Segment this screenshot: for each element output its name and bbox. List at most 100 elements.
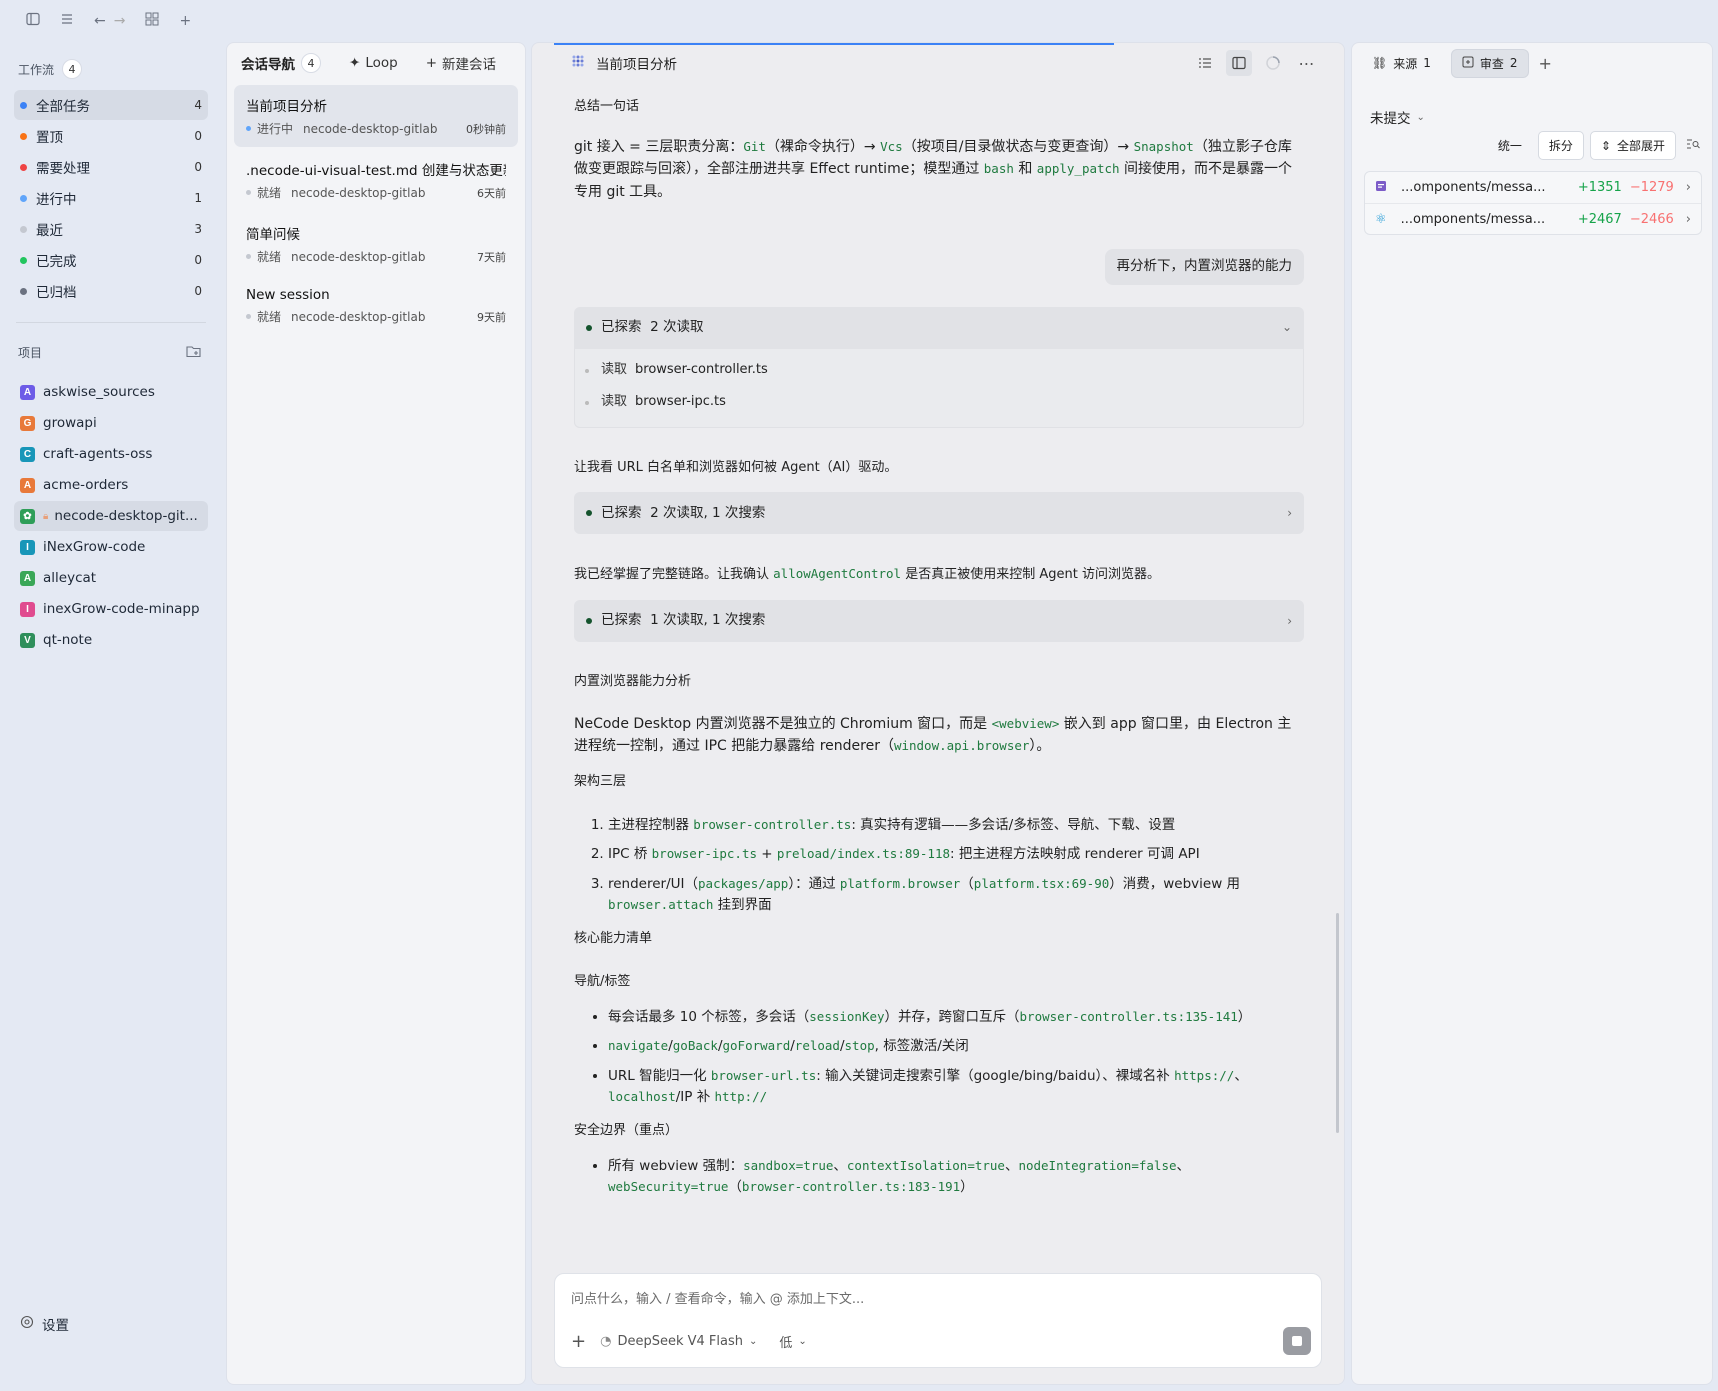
- session-repo: necode-desktop-gitlab: [291, 185, 426, 200]
- uncommitted-selector[interactable]: 未提交 ⌄: [1370, 107, 1712, 127]
- unified-toggle[interactable]: 统一: [1488, 132, 1532, 159]
- code-span: sessionKey: [809, 1008, 885, 1024]
- project-item[interactable]: Aacme-orders: [14, 470, 208, 500]
- changed-file-row[interactable]: ⚛ ...omponents/messa... +2467 −2466 ›: [1365, 203, 1701, 234]
- menu-icon[interactable]: [60, 12, 74, 30]
- code-span: browser-controller.ts: [693, 816, 852, 832]
- expand-all-button[interactable]: ⇕ 全部展开: [1589, 131, 1676, 160]
- project-item[interactable]: ✿ 🔒︎ necode-desktop-git...: [14, 501, 208, 531]
- stop-button[interactable]: [1283, 1327, 1311, 1355]
- project-letter-badge: A: [20, 477, 35, 493]
- arch-item: 主进程控制器 browser-controller.ts: 真实持有逻辑——多会…: [608, 815, 1304, 837]
- workflow-item-label: 最近: [36, 223, 63, 239]
- explore-header[interactable]: 已探索 1 次读取, 1 次搜索 ›: [574, 600, 1304, 642]
- loop-button[interactable]: ✦ Loop: [349, 55, 398, 71]
- workflow-item[interactable]: 已完成 0: [14, 245, 208, 275]
- session-repo: necode-desktop-gitlab: [291, 309, 426, 324]
- intro-paragraph: NeCode Desktop 内置浏览器不是独立的 Chromium 窗口，而是…: [574, 713, 1304, 758]
- list-view-icon[interactable]: [1192, 50, 1218, 76]
- chevron-down-icon: ⌄: [798, 1335, 807, 1347]
- more-options-icon[interactable]: ⋯: [1294, 50, 1320, 76]
- session-item[interactable]: .necode-ui-visual-test.md 创建与状态更新 就绪 nec…: [234, 149, 518, 211]
- chevron-down-icon: ⌄: [1416, 111, 1425, 123]
- explore-block-1: 已探索 2 次读取 ⌄ 读取 browser-controller.ts 读取 br…: [574, 306, 1304, 428]
- link-icon: ⛓: [1372, 56, 1388, 70]
- project-item[interactable]: IinexGrow-code-minapp: [14, 594, 208, 624]
- workflow-item-count: 3: [194, 222, 202, 236]
- project-item[interactable]: Ggrowapi: [14, 408, 208, 438]
- project-item[interactable]: Aaskwise_sources: [14, 377, 208, 407]
- status-dot: [246, 190, 251, 195]
- effort-selector[interactable]: 低 ⌄: [779, 1332, 806, 1351]
- new-session-button[interactable]: + 新建会话: [426, 53, 496, 73]
- chat-header: 当前项目分析 ⋯: [532, 43, 1344, 83]
- plus-icon[interactable]: +: [179, 13, 191, 29]
- core-heading: 核心能力清单: [574, 930, 653, 946]
- search-list-icon[interactable]: [1686, 138, 1700, 154]
- workflow-item[interactable]: 全部任务 4: [14, 90, 208, 120]
- expand-icon: ⇕: [1600, 138, 1611, 153]
- session-meta: 进行中 necode-desktop-gitlab 0秒钟前: [246, 120, 506, 137]
- workflow-item[interactable]: 最近 3: [14, 214, 208, 244]
- forward-arrow-icon[interactable]: →: [114, 13, 126, 29]
- project-item[interactable]: Aalleycat: [14, 563, 208, 593]
- grid-icon[interactable]: [145, 12, 159, 30]
- explore-header[interactable]: 已探索 2 次读取 ⌄: [574, 307, 1304, 349]
- settings-button[interactable]: 设置: [20, 1314, 69, 1334]
- new-folder-icon[interactable]: [186, 344, 202, 361]
- project-label: inexGrow-code-minapp: [43, 601, 200, 617]
- file-icon: [1375, 180, 1387, 196]
- session-name: 简单问候: [246, 227, 300, 243]
- scrollbar-thumb[interactable]: [1336, 913, 1339, 1133]
- project-avatar-icon: ✿: [20, 508, 35, 524]
- nav-item: 每会话最多 10 个标签，多会话（sessionKey）并存，跨窗口互斥（bro…: [608, 1007, 1304, 1029]
- workflow-item-label: 需要处理: [36, 161, 90, 177]
- workflow-item-label: 进行中: [36, 192, 77, 208]
- changed-file-row[interactable]: ...omponents/messa... +1351 −1279 ›: [1365, 172, 1701, 203]
- tab-source[interactable]: ⛓ 来源 1: [1362, 50, 1441, 77]
- lock-icon: 🔒︎: [43, 510, 49, 522]
- text-segment: ）消费，webview 用: [1109, 875, 1241, 892]
- composer-input[interactable]: 问点什么，输入 / 查看命令，输入 @ 添加上下文...: [571, 1288, 864, 1307]
- nav-arrows: ← →: [94, 13, 125, 29]
- project-item[interactable]: IiNexGrow-code: [14, 532, 208, 562]
- session-item[interactable]: New session 就绪 necode-desktop-gitlab 9天前: [234, 277, 518, 335]
- project-item[interactable]: Ccraft-agents-oss: [14, 439, 208, 469]
- code-span: browser-controller.ts:183-191: [741, 1179, 961, 1195]
- project-item[interactable]: Vqt-note: [14, 625, 208, 655]
- sidebar-toggle-icon[interactable]: [26, 12, 40, 30]
- workflow-item[interactable]: 置顶 0: [14, 121, 208, 151]
- stop-icon: [1292, 1336, 1302, 1346]
- attach-plus-icon[interactable]: +: [571, 1331, 586, 1352]
- session-status: 进行中: [257, 122, 294, 136]
- panel-toggle-icon[interactable]: [1226, 50, 1252, 76]
- read-file[interactable]: browser-controller.ts: [635, 360, 768, 381]
- split-toggle[interactable]: 拆分: [1537, 131, 1584, 160]
- bullet-dot: [585, 368, 589, 373]
- project-letter-badge: A: [20, 570, 35, 586]
- deletions-count: −1279: [1629, 180, 1674, 195]
- add-tab-icon[interactable]: +: [1539, 54, 1552, 73]
- text-segment: ）。: [1029, 738, 1051, 755]
- explore-label: 已探索: [601, 318, 642, 335]
- session-status: 就绪: [257, 250, 282, 264]
- back-arrow-icon[interactable]: ←: [94, 13, 106, 29]
- session-item[interactable]: 简单问候 就绪 necode-desktop-gitlab 7天前: [234, 213, 518, 275]
- file-name: ...omponents/messa...: [1401, 180, 1546, 195]
- session-item[interactable]: 当前项目分析 进行中 necode-desktop-gitlab 0秒钟前: [234, 85, 518, 147]
- model-selector[interactable]: ◔ DeepSeek V4 Flash ⌄: [600, 1334, 757, 1349]
- session-nav-title: 会话导航: [241, 57, 295, 73]
- tab-review[interactable]: 审查 2: [1450, 48, 1529, 78]
- explore-header[interactable]: 已探索 2 次读取, 1 次搜索 ›: [574, 492, 1304, 534]
- text-segment: ）：通过: [788, 875, 840, 892]
- workflow-item[interactable]: 需要处理 0: [14, 152, 208, 182]
- workflow-item[interactable]: 进行中 1: [14, 183, 208, 213]
- workflow-item[interactable]: 已归档 0: [14, 276, 208, 306]
- code-span: reload: [794, 1038, 840, 1054]
- session-meta: 就绪 necode-desktop-gitlab 6天前: [246, 184, 506, 201]
- status-dot: [586, 324, 592, 331]
- project-label: askwise_sources: [43, 384, 155, 400]
- read-file[interactable]: browser-ipc.ts: [635, 392, 726, 413]
- git-summary-text: git 接入 = 三层职责分离：Git（裸命令执行）→ Vcs（按项目/目录做状…: [574, 136, 1304, 203]
- code-span: platform.browser: [839, 875, 961, 891]
